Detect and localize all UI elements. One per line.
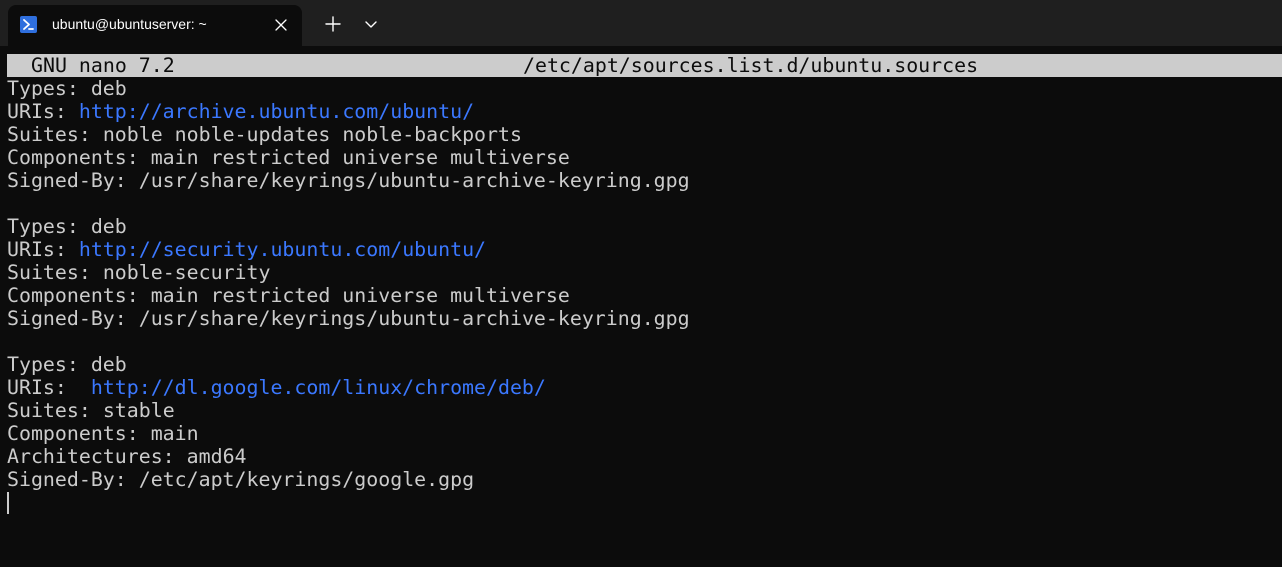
powershell-terminal-icon (20, 16, 37, 33)
uri-link[interactable]: http://security.ubuntu.com/ubuntu/ (79, 238, 486, 261)
line-value: main restricted universe multiverse (150, 284, 570, 307)
line-value: /etc/apt/keyrings/google.gpg (138, 468, 475, 491)
line-value: deb (90, 215, 127, 238)
line-value: main (150, 422, 199, 445)
nano-title-bar: GNU nano 7.2 /etc/apt/sources.list.d/ubu… (7, 54, 1282, 77)
file-line: Signed-By: /usr/share/keyrings/ubuntu-ar… (7, 307, 1277, 330)
chevron-down-icon[interactable] (356, 10, 386, 38)
file-line: Components: main restricted universe mul… (7, 284, 1277, 307)
file-line: URIs: http://archive.ubuntu.com/ubuntu/ (7, 100, 1277, 123)
line-key: Signed-By: (7, 468, 139, 491)
text-cursor (7, 492, 9, 514)
file-content[interactable]: Types: deb URIs: http://archive.ubuntu.co… (7, 77, 1277, 514)
uri-link[interactable]: http://archive.ubuntu.com/ubuntu/ (79, 100, 474, 123)
line-value: deb (90, 77, 127, 100)
tab-bar: ubuntu@ubuntuserver: ~ (0, 0, 1282, 46)
line-key: Types: (7, 77, 91, 100)
line-value: /usr/share/keyrings/ubuntu-archive-keyri… (138, 169, 690, 192)
line-value: main restricted universe multiverse (150, 146, 570, 169)
line-key: Architectures: (7, 445, 187, 468)
file-line: Suites: noble noble-updates noble-backpo… (7, 123, 1277, 146)
line-key: Signed-By: (7, 307, 139, 330)
file-line: Types: deb (7, 353, 1277, 376)
line-value: noble noble-updates noble-backports (102, 123, 522, 146)
line-key: URIs: (7, 238, 79, 261)
file-line: Types: deb (7, 215, 1277, 238)
close-icon[interactable] (272, 16, 290, 34)
file-line: Signed-By: /etc/apt/keyrings/google.gpg (7, 468, 1277, 491)
line-value: stable (102, 399, 175, 422)
uri-link[interactable]: http://dl.google.com/linux/chrome/deb/ (91, 376, 546, 399)
line-key: Components: (7, 422, 151, 445)
tab-title: ubuntu@ubuntuserver: ~ (52, 16, 207, 32)
file-line: Signed-By: /usr/share/keyrings/ubuntu-ar… (7, 169, 1277, 192)
line-key: Components: (7, 284, 151, 307)
file-line: Suites: noble-security (7, 261, 1277, 284)
tab-ubuntu-session[interactable]: ubuntu@ubuntuserver: ~ (8, 5, 302, 46)
nano-version: GNU nano 7.2 (31, 54, 175, 77)
file-line: Architectures: amd64 (7, 445, 1277, 468)
line-value: deb (90, 353, 127, 376)
line-key: Suites: (7, 123, 103, 146)
file-line: URIs: http://security.ubuntu.com/ubuntu/ (7, 238, 1277, 261)
line-key: URIs: (7, 376, 91, 399)
file-line: Suites: stable (7, 399, 1277, 422)
file-line: Components: main (7, 422, 1277, 445)
line-key: URIs: (7, 100, 79, 123)
plus-icon[interactable] (318, 10, 348, 38)
nano-filename: /etc/apt/sources.list.d/ubuntu.sources (523, 54, 979, 77)
terminal-window: ubuntu@ubuntuserver: ~ GNU nano 7.2 /etc… (0, 0, 1282, 567)
line-key: Types: (7, 215, 91, 238)
line-key: Suites: (7, 261, 103, 284)
file-line: URIs: http://dl.google.com/linux/chrome/… (7, 376, 1277, 399)
line-key: Types: (7, 353, 91, 376)
line-value: amd64 (186, 445, 247, 468)
file-line: Components: main restricted universe mul… (7, 146, 1277, 169)
cursor-line (7, 491, 1277, 514)
line-key: Signed-By: (7, 169, 139, 192)
file-line: Types: deb (7, 77, 1277, 100)
terminal-viewport[interactable]: GNU nano 7.2 /etc/apt/sources.list.d/ubu… (0, 46, 1282, 567)
line-key: Suites: (7, 399, 103, 422)
line-value: noble-security (102, 261, 271, 284)
line-value: /usr/share/keyrings/ubuntu-archive-keyri… (138, 307, 690, 330)
line-key: Components: (7, 146, 151, 169)
